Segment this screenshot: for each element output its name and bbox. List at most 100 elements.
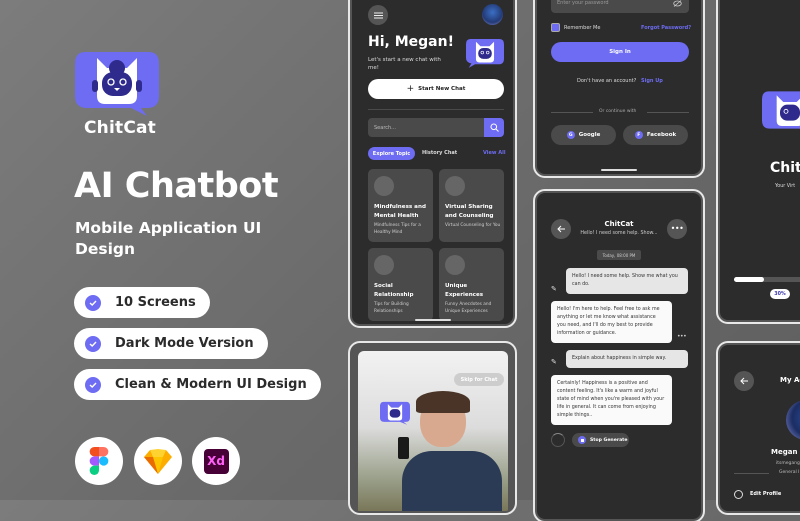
facebook-icon: F xyxy=(634,131,643,139)
stop-icon xyxy=(578,436,586,444)
divider xyxy=(647,112,689,113)
divider xyxy=(368,109,504,110)
edit-profile-item[interactable]: Edit Profile xyxy=(750,491,781,497)
profile-avatar[interactable] xyxy=(786,400,800,440)
topic-card[interactable]: Virtual Sharing and Counseling Virtual C… xyxy=(439,169,504,242)
divider xyxy=(734,473,769,474)
bot-mascot-icon xyxy=(380,401,410,425)
signin-button[interactable]: Sign In xyxy=(551,42,689,62)
check-icon xyxy=(85,335,101,352)
skip-button[interactable]: Skip for Chat xyxy=(454,373,504,386)
edit-icon[interactable]: ✎ xyxy=(551,358,557,366)
adobe-xd-icon: Xd xyxy=(203,448,229,474)
person-hair xyxy=(416,391,470,413)
remember-label: Remember Me xyxy=(564,25,601,31)
promo-title: AI Chatbot xyxy=(74,166,279,206)
more-icon: ••• xyxy=(670,224,684,233)
forgot-password-link[interactable]: Forgot Password? xyxy=(641,25,691,31)
signup-link[interactable]: Sign Up xyxy=(641,78,663,84)
stop-generate-button[interactable]: Stop Generate xyxy=(572,433,629,447)
facebook-button[interactable]: F Facebook xyxy=(623,125,688,145)
start-new-chat-button[interactable]: + Start New Chat xyxy=(368,79,504,99)
or-continue-text: Or continue with xyxy=(599,109,637,114)
message-options-icon[interactable]: ••• xyxy=(677,333,687,340)
sketch-icon xyxy=(144,448,172,474)
menu-button[interactable] xyxy=(368,5,388,25)
subgreeting: Let's start a new chat with me! xyxy=(368,57,441,71)
hamburger-icon xyxy=(373,12,383,18)
feature-label: Dark Mode Version xyxy=(115,336,254,351)
chitcat-logo xyxy=(762,91,800,129)
promo-subtitle: Mobile Application UI Design xyxy=(75,219,262,258)
account-screen: My Ac Megan I itsmegang General I Edit P… xyxy=(716,341,800,515)
remember-checkbox[interactable] xyxy=(551,23,560,32)
progress-label: 30% xyxy=(770,289,790,299)
topic-card[interactable]: Unique Experiences Funny Anecdotes and U… xyxy=(439,248,504,321)
password-placeholder: Enter your password xyxy=(557,0,609,6)
tab-history-chat[interactable]: History Chat xyxy=(422,150,457,156)
more-options-button[interactable]: ••• xyxy=(667,219,687,239)
bot-message: Hello! I'm here to help. Feel free to as… xyxy=(551,301,672,343)
splash-brand: Chit xyxy=(770,160,800,176)
sketch-badge xyxy=(134,437,182,485)
google-button[interactable]: G Google xyxy=(551,125,616,145)
chat-screen: ChitCat Hello! I need some help. Show...… xyxy=(533,189,705,521)
user-avatar[interactable] xyxy=(482,4,503,25)
start-new-chat-label: Start New Chat xyxy=(418,86,466,92)
loading-spinner xyxy=(551,433,565,447)
topic-title: Social Relationship xyxy=(374,283,414,298)
account-title: My Ac xyxy=(780,376,800,384)
brain-icon xyxy=(374,176,394,196)
user-message: Hello! I need some help. Show me what yo… xyxy=(566,268,688,294)
no-account-text: Don't have an account? xyxy=(577,78,637,84)
smile-icon xyxy=(445,255,465,275)
profile-handle: itsmegang xyxy=(776,461,800,466)
arrow-left-icon xyxy=(739,377,748,385)
section-label: General I xyxy=(779,470,800,475)
check-icon xyxy=(85,376,101,393)
topic-title: Virtual Sharing and Counseling xyxy=(445,204,494,219)
eye-off-icon[interactable] xyxy=(673,0,682,7)
divider xyxy=(551,112,593,113)
figma-icon xyxy=(89,447,109,475)
view-all-link[interactable]: View All xyxy=(483,150,506,156)
search-input[interactable]: Search... xyxy=(368,118,484,137)
check-icon xyxy=(85,294,101,311)
feature-pill: Dark Mode Version xyxy=(74,328,268,359)
home-screen: Hi, Megan! Let's start a new chat with m… xyxy=(348,0,517,328)
search-button[interactable] xyxy=(484,118,504,137)
topic-desc: Virtual Counseling for You xyxy=(445,223,501,228)
topic-title: Unique Experiences xyxy=(445,283,484,298)
splash-tagline: Your Virt xyxy=(775,184,796,189)
feature-pill: Clean & Modern UI Design xyxy=(74,369,321,400)
edit-icon[interactable]: ✎ xyxy=(551,285,557,293)
progress-track xyxy=(734,277,800,282)
search-icon xyxy=(490,123,499,132)
onboarding-screen: Skip for Chat xyxy=(348,341,517,515)
stop-generate-label: Stop Generate xyxy=(590,437,628,443)
plus-icon: + xyxy=(406,84,415,94)
figma-badge xyxy=(75,437,123,485)
bot-mascot-icon xyxy=(466,38,504,68)
back-button[interactable] xyxy=(734,371,754,391)
people-icon xyxy=(374,255,394,275)
splash-screen: Chit Your Virt 30% xyxy=(716,0,800,324)
signin-screen: Enter your password Remember Me Forgot P… xyxy=(533,0,705,178)
topic-card[interactable]: Social Relationship Tips for Building Re… xyxy=(368,248,433,321)
feature-label: 10 Screens xyxy=(115,295,196,310)
tab-explore-topic[interactable]: Explore Topic xyxy=(368,147,415,160)
topic-desc: Tips for Building Relationships xyxy=(374,302,409,314)
topic-card[interactable]: Mindfulness and Mental Health Mindfulnes… xyxy=(368,169,433,242)
home-indicator xyxy=(601,169,637,171)
topic-title: Mindfulness and Mental Health xyxy=(374,204,426,219)
password-input[interactable]: Enter your password xyxy=(551,0,689,13)
greeting: Hi, Megan! xyxy=(368,34,454,50)
google-icon: G xyxy=(566,131,575,139)
topic-desc: Funny Anecdotes and Unique Experiences xyxy=(445,302,492,314)
phone-in-hand xyxy=(398,437,409,459)
xd-badge: Xd xyxy=(192,437,240,485)
person-jacket xyxy=(402,451,502,511)
user-icon xyxy=(734,490,743,499)
bot-message: Certainly! Happiness is a positive and c… xyxy=(551,375,672,425)
feature-pill: 10 Screens xyxy=(74,287,210,318)
